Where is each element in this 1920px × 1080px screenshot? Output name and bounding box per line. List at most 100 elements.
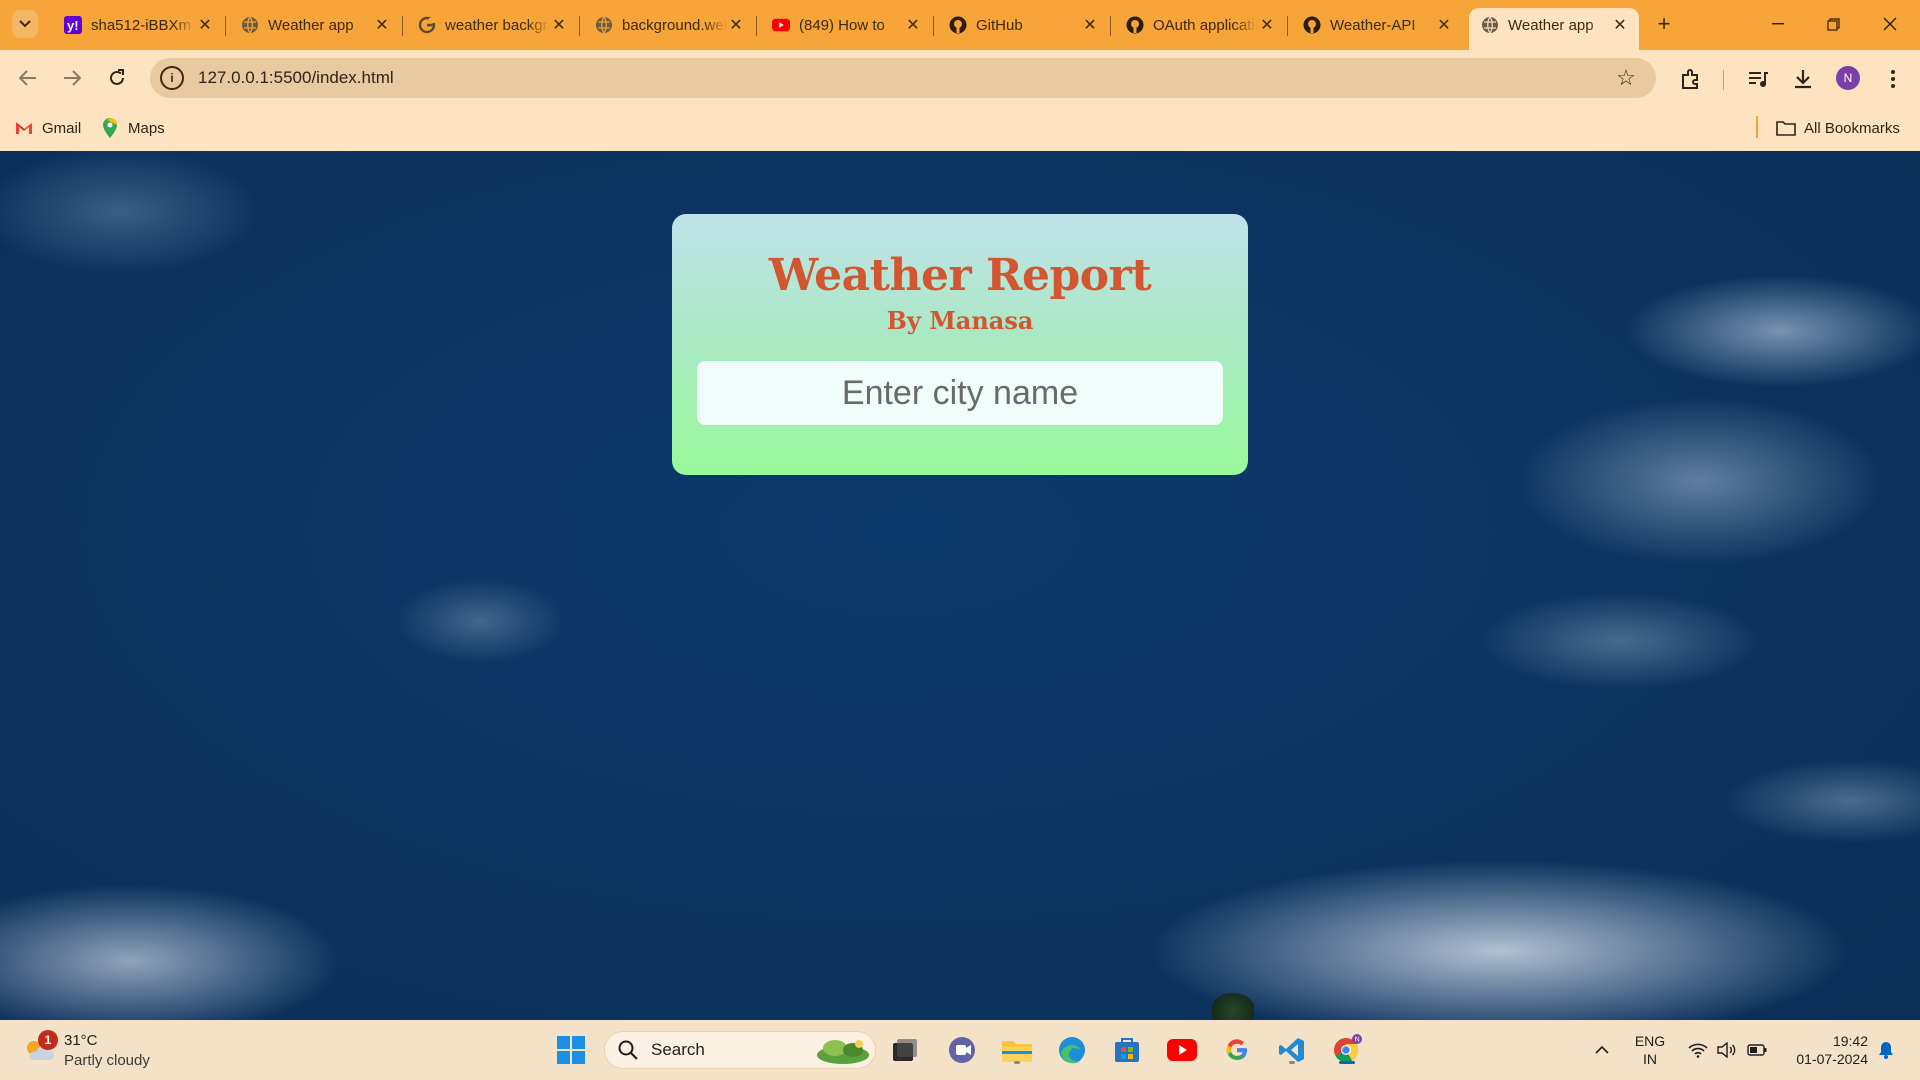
tab-separator xyxy=(1287,16,1288,36)
language-code: ENG xyxy=(1634,1033,1666,1049)
folder-icon xyxy=(1776,118,1796,138)
forward-button[interactable] xyxy=(56,62,88,94)
github-icon xyxy=(949,16,967,34)
taskbar-search[interactable]: Search xyxy=(604,1031,876,1069)
tab-separator xyxy=(756,16,757,36)
arrow-left-icon xyxy=(19,70,36,86)
task-view-icon xyxy=(893,1039,917,1061)
close-icon[interactable]: ✕ xyxy=(196,16,214,34)
tab-title: Weather app xyxy=(1508,16,1594,34)
tab-4[interactable]: (849) How to ✕ xyxy=(760,8,932,42)
tab-0[interactable]: y! sha512-iBBXm ✕ xyxy=(52,8,224,42)
tab-2[interactable]: weather background ✕ xyxy=(406,8,578,42)
minimize-button[interactable] xyxy=(1758,8,1798,40)
tab-8-active[interactable]: Weather app ✕ xyxy=(1469,8,1639,50)
tab-title: weather background xyxy=(445,16,550,34)
store-icon xyxy=(1115,1038,1139,1062)
background-tree xyxy=(1212,993,1254,1020)
google-icon xyxy=(418,16,436,34)
close-icon[interactable]: ✕ xyxy=(727,16,745,34)
edge-button[interactable] xyxy=(1054,1032,1090,1068)
bookmark-label: Gmail xyxy=(42,119,82,137)
close-icon[interactable]: ✕ xyxy=(550,16,568,34)
address-bar[interactable]: i 127.0.0.1:5500/index.html ☆ xyxy=(150,58,1656,98)
windows-taskbar: 1 31°C Partly cloudy Search N ENG IN 19:… xyxy=(0,1020,1920,1080)
downloads-icon[interactable] xyxy=(1788,64,1818,94)
restore-button[interactable] xyxy=(1813,8,1853,40)
weather-widget[interactable]: 1 31°C Partly cloudy xyxy=(20,1030,170,1072)
teams-button[interactable] xyxy=(944,1032,980,1068)
tab-strip: y! sha512-iBBXm ✕ Weather app ✕ weather … xyxy=(0,0,1920,50)
back-button[interactable] xyxy=(12,62,44,94)
site-info-icon[interactable]: i xyxy=(160,66,184,90)
close-icon[interactable]: ✕ xyxy=(1081,16,1099,34)
menu-icon[interactable] xyxy=(1878,64,1908,94)
volume-icon[interactable] xyxy=(1714,1020,1740,1080)
bookmarks-bar: Gmail Maps All Bookmarks xyxy=(0,106,1920,151)
system-clock[interactable]: 19:42 01-07-2024 xyxy=(1782,1032,1868,1068)
minimize-icon xyxy=(1772,23,1784,25)
bookmark-star-icon[interactable]: ☆ xyxy=(1612,64,1640,92)
media-controls-icon[interactable] xyxy=(1743,64,1773,94)
yahoo-icon: y! xyxy=(64,16,82,34)
tab-7[interactable]: Weather-API ✕ xyxy=(1291,8,1463,42)
weather-card: Weather Report By Manasa xyxy=(672,214,1248,475)
page-title: Weather Report xyxy=(768,250,1152,301)
gmail-icon xyxy=(14,118,34,138)
clock-time: 19:42 xyxy=(1832,1033,1868,1049)
vscode-button[interactable] xyxy=(1274,1032,1310,1068)
tab-1[interactable]: Weather app ✕ xyxy=(229,8,401,42)
file-explorer-button[interactable] xyxy=(999,1032,1035,1068)
close-icon[interactable]: ✕ xyxy=(373,16,391,34)
tab-title: Weather app xyxy=(268,16,354,34)
tab-3[interactable]: background.webp ✕ xyxy=(583,8,755,42)
close-icon[interactable]: ✕ xyxy=(1435,16,1453,34)
new-tab-button[interactable]: + xyxy=(1652,11,1676,36)
all-bookmarks-button[interactable]: All Bookmarks xyxy=(1776,116,1900,140)
tab-separator xyxy=(579,16,580,36)
arrow-right-icon xyxy=(64,70,81,86)
svg-text:N: N xyxy=(1355,1036,1360,1043)
battery-icon[interactable] xyxy=(1744,1020,1770,1080)
close-icon[interactable]: ✕ xyxy=(1258,16,1276,34)
start-button[interactable] xyxy=(553,1032,589,1068)
running-indicator xyxy=(1014,1061,1020,1064)
tab-6[interactable]: OAuth applications ✕ xyxy=(1114,8,1286,42)
city-search-input[interactable] xyxy=(697,361,1223,425)
google-app-button[interactable] xyxy=(1219,1032,1255,1068)
close-icon[interactable]: ✕ xyxy=(1611,16,1629,34)
plus-icon: + xyxy=(1657,11,1671,36)
show-hidden-icons-button[interactable] xyxy=(1590,1020,1614,1080)
close-icon[interactable]: ✕ xyxy=(904,16,922,34)
folder-icon xyxy=(1002,1041,1032,1062)
search-icon xyxy=(618,1040,638,1060)
youtube-app-button[interactable] xyxy=(1164,1032,1200,1068)
close-window-button[interactable] xyxy=(1870,8,1910,40)
teams-icon xyxy=(949,1037,975,1063)
chrome-button[interactable]: N xyxy=(1329,1032,1365,1068)
tab-search-button[interactable] xyxy=(12,10,38,38)
search-label: Search xyxy=(651,1040,705,1059)
bookmark-maps[interactable]: Maps xyxy=(100,116,165,140)
weather-condition: Partly cloudy xyxy=(64,1052,150,1069)
wifi-icon[interactable] xyxy=(1685,1020,1711,1080)
store-button[interactable] xyxy=(1109,1032,1145,1068)
address-url[interactable]: 127.0.0.1:5500/index.html xyxy=(198,68,1612,88)
google-icon xyxy=(1226,1039,1247,1061)
task-view-button[interactable] xyxy=(887,1032,923,1068)
reload-icon xyxy=(110,69,124,85)
language-indicator[interactable]: ENG IN xyxy=(1628,1032,1672,1068)
reload-button[interactable] xyxy=(101,62,133,94)
clock-date: 01-07-2024 xyxy=(1796,1051,1868,1067)
github-icon xyxy=(1126,16,1144,34)
globe-icon xyxy=(241,16,259,34)
bookmark-gmail[interactable]: Gmail xyxy=(14,116,81,140)
profile-avatar[interactable]: N xyxy=(1836,66,1860,90)
youtube-icon xyxy=(772,16,790,34)
extensions-icon[interactable] xyxy=(1676,64,1706,94)
notifications-button[interactable] xyxy=(1874,1020,1898,1080)
bookmarks-separator xyxy=(1756,116,1758,138)
tab-5[interactable]: GitHub ✕ xyxy=(937,8,1109,42)
github-icon xyxy=(1303,16,1321,34)
page-viewport: Weather Report By Manasa xyxy=(0,151,1920,1020)
